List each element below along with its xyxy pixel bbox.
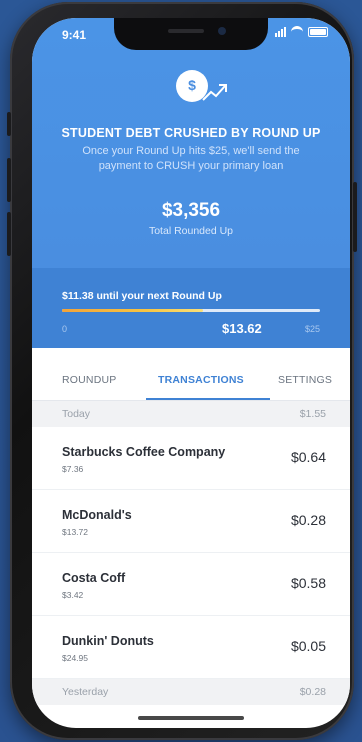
header-title: STUDENT DEBT CRUSHED BY ROUND UP bbox=[61, 126, 321, 140]
tab-settings[interactable]: SETTINGS bbox=[278, 374, 332, 386]
progress-min-label: 0 bbox=[62, 324, 68, 334]
section-total: $1.55 bbox=[299, 408, 326, 420]
volume-down-button bbox=[7, 212, 11, 256]
battery-icon bbox=[308, 26, 328, 37]
transaction-roundup: $0.64 bbox=[290, 449, 326, 465]
transaction-amount: $24.95 bbox=[62, 653, 88, 663]
transaction-roundup: $0.05 bbox=[290, 638, 326, 654]
tab-transactions[interactable]: TRANSACTIONS bbox=[158, 374, 244, 386]
section-header-today: Today $1.55 bbox=[32, 401, 350, 427]
trend-arrow-icon bbox=[202, 84, 227, 101]
transaction-row[interactable]: Costa Coff $3.42 $0.58 bbox=[32, 553, 350, 616]
progress-max-label: $25 bbox=[304, 324, 320, 334]
until-next-roundup: $11.38 until your next Round Up bbox=[62, 290, 222, 302]
volume-up-button bbox=[7, 158, 11, 202]
status-time: 9:41 bbox=[62, 28, 87, 42]
wifi-icon bbox=[291, 26, 303, 37]
progress-current-label: $13.62 bbox=[222, 321, 262, 336]
tab-roundup[interactable]: ROUNDUP bbox=[62, 374, 117, 386]
transaction-amount: $3.42 bbox=[62, 590, 84, 600]
tab-bar: ROUNDUP TRANSACTIONS SETTINGS bbox=[32, 348, 350, 401]
signal-icon bbox=[275, 26, 286, 37]
header-subtitle: Once your Round Up hits $25, we'll send … bbox=[82, 145, 300, 172]
roundup-summary-header: $ STUDENT DEBT CRUSHED BY ROUND UP Once … bbox=[32, 18, 350, 268]
home-indicator[interactable] bbox=[138, 716, 244, 720]
transaction-roundup: $0.28 bbox=[290, 512, 326, 528]
power-button bbox=[353, 182, 357, 252]
section-label: Yesterday bbox=[62, 686, 109, 698]
total-rounded-label: Total Rounded Up bbox=[148, 225, 234, 237]
transaction-merchant: Starbucks Coffee Company bbox=[62, 445, 226, 459]
transaction-amount: $13.72 bbox=[62, 527, 88, 537]
section-total: $0.28 bbox=[299, 686, 326, 698]
phone-frame: 9:41 $ STUDENT DEBT CRUSHED BY ROUND UP … bbox=[7, 2, 357, 740]
status-bar: 9:41 bbox=[32, 18, 350, 48]
status-icons bbox=[275, 26, 328, 37]
transaction-merchant: McDonald's bbox=[62, 508, 132, 522]
mute-switch bbox=[7, 112, 11, 136]
transaction-merchant: Dunkin' Donuts bbox=[62, 634, 154, 648]
progress-track bbox=[62, 309, 320, 312]
progress-fill bbox=[62, 309, 203, 312]
transaction-row[interactable]: Starbucks Coffee Company $7.36 $0.64 bbox=[32, 427, 350, 490]
section-label: Today bbox=[62, 408, 91, 420]
section-header-yesterday: Yesterday $0.28 bbox=[32, 679, 350, 705]
roundup-progress: $11.38 until your next Round Up 0 $13.62… bbox=[32, 268, 350, 348]
active-tab-indicator bbox=[146, 398, 270, 400]
total-rounded-amount: $3,356 bbox=[161, 200, 221, 221]
transaction-merchant: Costa Coff bbox=[62, 571, 126, 585]
transaction-amount: $7.36 bbox=[62, 464, 84, 474]
transaction-row[interactable]: Dunkin' Donuts $24.95 $0.05 bbox=[32, 616, 350, 679]
transaction-row[interactable]: McDonald's $13.72 $0.28 bbox=[32, 490, 350, 553]
app-screen: 9:41 $ STUDENT DEBT CRUSHED BY ROUND UP … bbox=[32, 18, 350, 728]
transaction-roundup: $0.58 bbox=[290, 575, 326, 591]
